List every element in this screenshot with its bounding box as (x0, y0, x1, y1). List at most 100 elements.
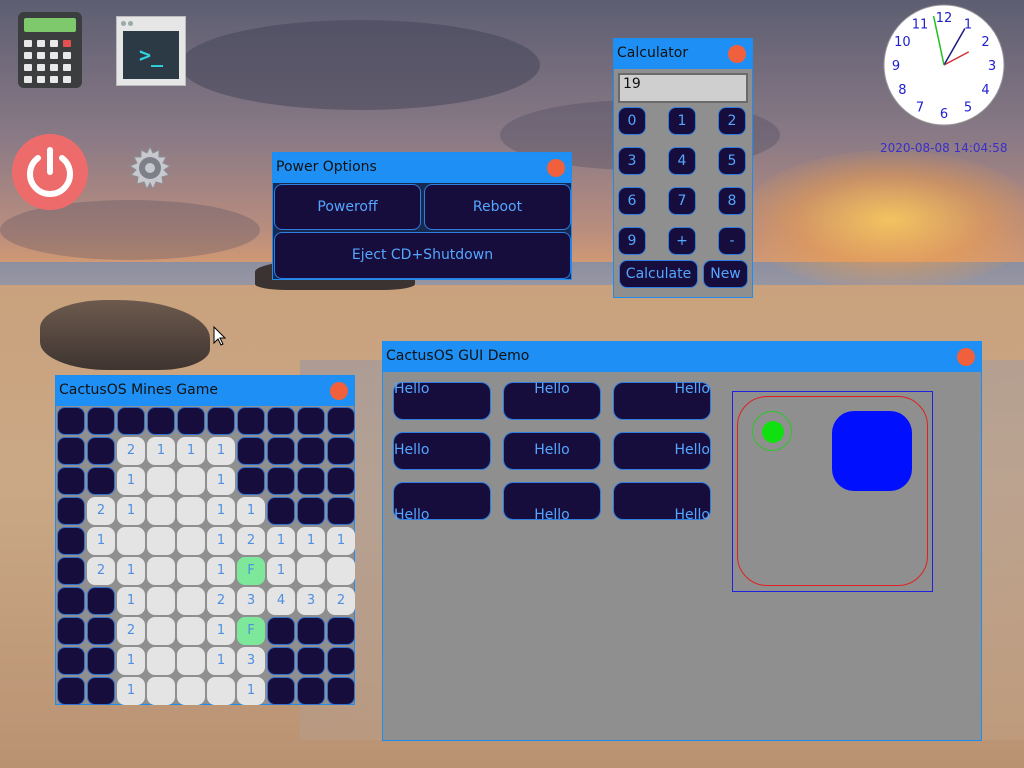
mine-cell-open[interactable]: 1 (297, 527, 325, 555)
mine-cell-open[interactable]: 1 (267, 557, 295, 585)
hello-button[interactable]: Hello (393, 482, 491, 523)
mine-cell-hidden[interactable] (297, 677, 325, 705)
mine-cell-open[interactable]: 1 (117, 557, 145, 585)
mine-cell-hidden[interactable] (57, 587, 85, 615)
mine-cell-open[interactable]: 1 (117, 587, 145, 615)
mine-cell-hidden[interactable] (237, 467, 265, 495)
mine-cell-open[interactable] (147, 677, 175, 705)
close-icon[interactable] (330, 382, 348, 400)
mine-cell-open[interactable] (147, 557, 175, 585)
mine-cell-open[interactable] (147, 647, 175, 675)
mine-cell-hidden[interactable] (57, 437, 85, 465)
mine-cell-open[interactable]: 1 (117, 497, 145, 525)
mine-cell-open[interactable]: 1 (207, 617, 235, 645)
mine-cell-open[interactable]: 1 (147, 437, 175, 465)
mine-cell-open[interactable]: 3 (237, 647, 265, 675)
close-icon[interactable] (547, 159, 565, 177)
mine-cell-hidden[interactable] (327, 647, 355, 675)
settings-icon[interactable] (128, 145, 172, 191)
mine-cell-open[interactable]: 2 (87, 557, 115, 585)
mine-cell-open[interactable] (327, 557, 355, 585)
calculator-titlebar[interactable]: Calculator (614, 39, 752, 69)
mine-cell-open[interactable]: 1 (117, 647, 145, 675)
mine-cell-open[interactable]: 2 (117, 617, 145, 645)
mines-titlebar[interactable]: CactusOS Mines Game (56, 376, 354, 406)
mine-cell-open[interactable]: 2 (327, 587, 355, 615)
mine-cell-hidden[interactable] (327, 407, 355, 435)
mine-cell-hidden[interactable] (267, 437, 295, 465)
mine-cell-open[interactable]: 1 (207, 467, 235, 495)
close-icon[interactable] (728, 45, 746, 63)
mine-cell-hidden[interactable] (267, 677, 295, 705)
gui-demo-titlebar[interactable]: CactusOS GUI Demo (383, 342, 981, 372)
mine-cell-hidden[interactable] (87, 467, 115, 495)
mine-cell-hidden[interactable] (57, 527, 85, 555)
mine-cell-open[interactable]: 1 (207, 557, 235, 585)
mine-cell-hidden[interactable] (267, 647, 295, 675)
mine-cell-open[interactable]: 4 (267, 587, 295, 615)
mine-cell-open[interactable] (177, 467, 205, 495)
mine-cell-open[interactable] (177, 647, 205, 675)
mine-cell-open[interactable]: 2 (117, 437, 145, 465)
mine-cell-hidden[interactable] (87, 587, 115, 615)
poweroff-button[interactable]: Poweroff (274, 184, 421, 230)
mine-cell-flag[interactable]: F (237, 617, 265, 645)
calculator-display[interactable]: 19 (618, 73, 748, 103)
mine-cell-open[interactable] (177, 557, 205, 585)
mine-cell-open[interactable]: 1 (117, 677, 145, 705)
close-icon[interactable] (957, 348, 975, 366)
hello-button[interactable]: Hello (503, 482, 601, 523)
hello-button[interactable]: Hello (393, 432, 491, 470)
mine-cell-open[interactable]: 1 (117, 467, 145, 495)
mine-cell-open[interactable] (177, 497, 205, 525)
mine-cell-hidden[interactable] (297, 467, 325, 495)
mine-cell-hidden[interactable] (267, 407, 295, 435)
mine-cell-hidden[interactable] (297, 437, 325, 465)
hello-button[interactable]: Hello (393, 381, 491, 420)
mine-cell-hidden[interactable] (327, 497, 355, 525)
mine-cell-hidden[interactable] (297, 497, 325, 525)
hello-button[interactable]: Hello (613, 482, 711, 523)
mine-cell-open[interactable] (297, 557, 325, 585)
mine-cell-open[interactable]: 1 (207, 527, 235, 555)
calc-key-0[interactable]: 0 (618, 107, 646, 135)
calc-key-8[interactable]: 8 (718, 187, 746, 215)
mine-cell-open[interactable]: 1 (87, 527, 115, 555)
mine-cell-hidden[interactable] (57, 407, 85, 435)
mine-cell-open[interactable]: 2 (207, 587, 235, 615)
mine-cell-open[interactable] (207, 677, 235, 705)
mine-cell-open[interactable]: 1 (237, 497, 265, 525)
mine-cell-hidden[interactable] (57, 557, 85, 585)
mine-cell-open[interactable] (147, 587, 175, 615)
mine-cell-hidden[interactable] (57, 467, 85, 495)
mine-cell-hidden[interactable] (87, 647, 115, 675)
mine-cell-hidden[interactable] (57, 677, 85, 705)
mine-cell-hidden[interactable] (237, 407, 265, 435)
mine-cell-open[interactable] (147, 467, 175, 495)
terminal-icon[interactable]: >_ (116, 16, 186, 86)
hello-button[interactable]: Hello (613, 381, 711, 420)
power-icon[interactable] (12, 134, 88, 210)
mine-cell-open[interactable] (177, 587, 205, 615)
mine-cell-hidden[interactable] (327, 677, 355, 705)
mine-cell-hidden[interactable] (57, 497, 85, 525)
hello-button[interactable]: Hello (503, 432, 601, 470)
calculator-icon[interactable] (18, 12, 82, 88)
mine-cell-open[interactable]: 2 (87, 497, 115, 525)
hello-button[interactable]: Hello (613, 432, 711, 470)
mine-cell-hidden[interactable] (267, 617, 295, 645)
calc-key-3[interactable]: 3 (618, 147, 646, 175)
mine-cell-open[interactable]: 3 (237, 587, 265, 615)
calc-key-4[interactable]: 4 (668, 147, 696, 175)
mine-cell-open[interactable] (177, 617, 205, 645)
mine-cell-hidden[interactable] (147, 407, 175, 435)
calc-key-9[interactable]: 9 (618, 227, 646, 255)
mine-cell-hidden[interactable] (87, 407, 115, 435)
mine-cell-open[interactable]: 3 (297, 587, 325, 615)
mine-cell-open[interactable]: 1 (207, 647, 235, 675)
mine-cell-hidden[interactable] (87, 437, 115, 465)
mine-cell-open[interactable] (177, 677, 205, 705)
mine-cell-hidden[interactable] (87, 617, 115, 645)
mine-cell-open[interactable]: 2 (237, 527, 265, 555)
mine-cell-open[interactable]: 1 (267, 527, 295, 555)
